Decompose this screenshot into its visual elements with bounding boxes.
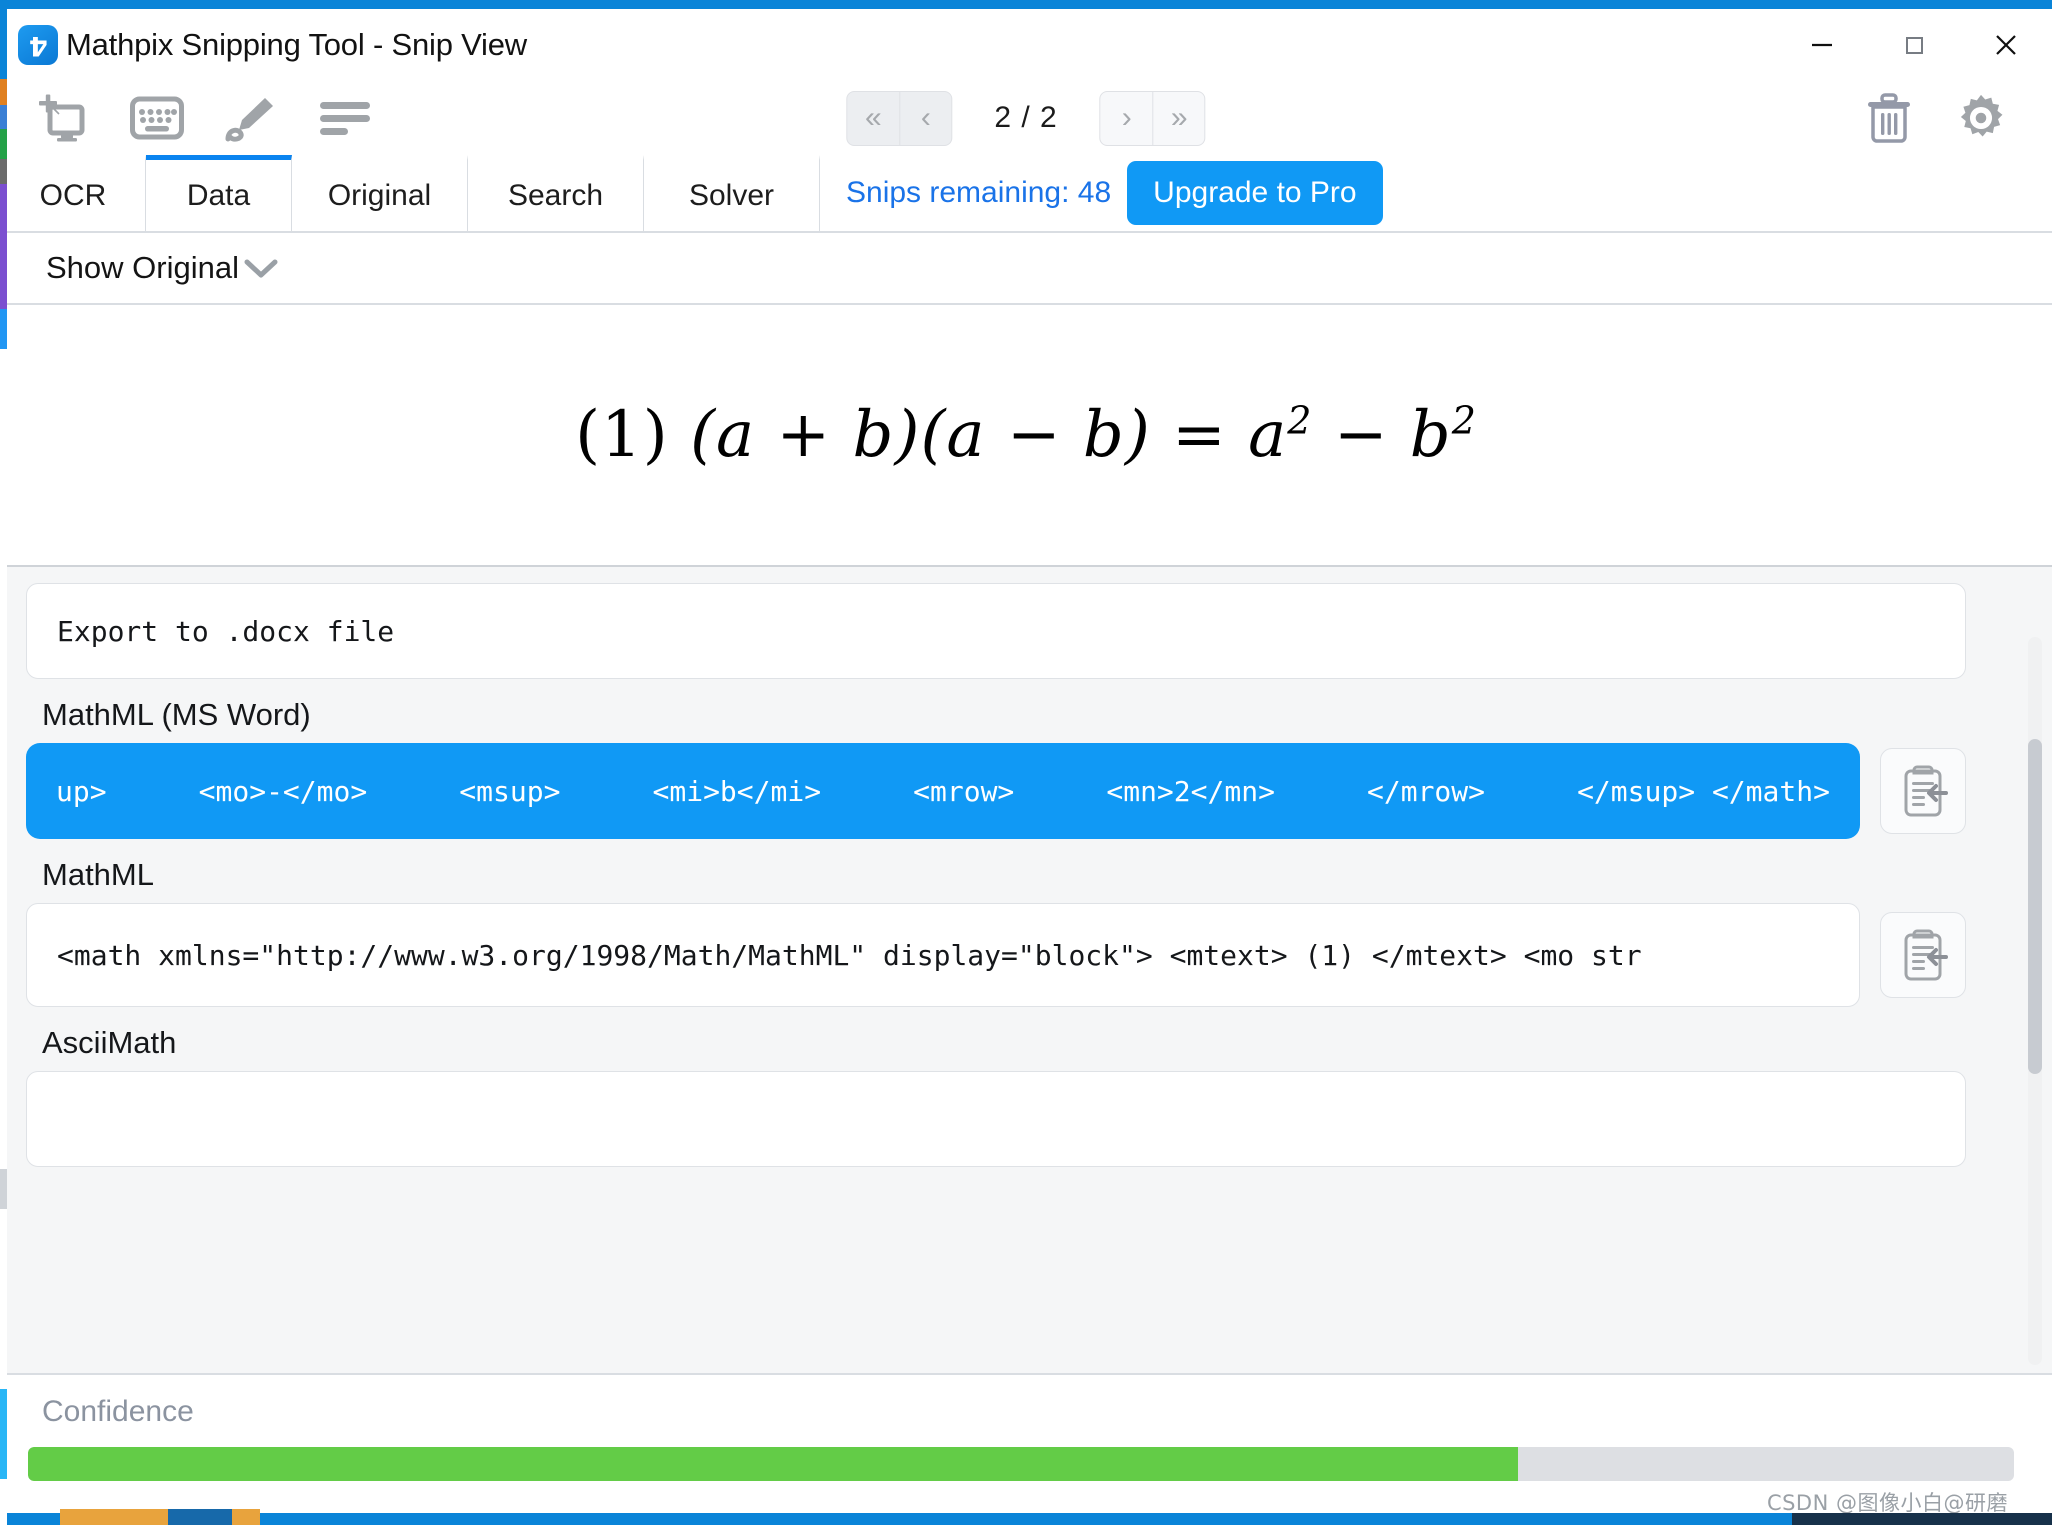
tab-data[interactable]: Data bbox=[146, 155, 292, 231]
main-toolbar: « ‹ 2 / 2 › » bbox=[0, 81, 2052, 155]
asciimath-heading: AsciiMath bbox=[42, 1025, 1966, 1061]
formula-preview: (1) (a + b)(a − b) = a2 − b2 bbox=[0, 305, 2052, 567]
rendered-formula: (1) (a + b)(a − b) = a2 − b2 bbox=[575, 398, 1477, 472]
pager-forward-group: › » bbox=[1100, 91, 1206, 146]
window-bottom-accent-dark bbox=[1792, 1513, 2052, 1525]
mathml-field[interactable]: <math xmlns="http://www.w3.org/1998/Math… bbox=[26, 903, 1860, 1007]
tab-ocr[interactable]: OCR bbox=[0, 155, 146, 231]
upgrade-to-pro-button[interactable]: Upgrade to Pro bbox=[1127, 161, 1382, 225]
toolbar-left-icons bbox=[36, 91, 372, 145]
mathml-token: </msup> </math> bbox=[1577, 775, 1830, 808]
window-bottom-accent bbox=[0, 1513, 2052, 1525]
confidence-footer: Confidence CSDN @图像小白@研磨 bbox=[0, 1373, 2052, 1525]
chevron-down-icon[interactable] bbox=[241, 254, 281, 282]
mathml-heading: MathML bbox=[42, 857, 1966, 893]
last-snip-button[interactable]: » bbox=[1153, 92, 1205, 145]
asciimath-row bbox=[26, 1071, 1966, 1167]
confidence-label: Confidence bbox=[42, 1395, 2052, 1429]
formula-exponent-1: 2 bbox=[1287, 399, 1312, 443]
copy-to-clipboard-icon[interactable] bbox=[1880, 748, 1966, 834]
window-left-accent bbox=[0, 9, 7, 1525]
first-snip-button[interactable]: « bbox=[847, 92, 899, 145]
maximize-button[interactable] bbox=[1868, 9, 1960, 81]
trash-icon[interactable] bbox=[1864, 93, 1914, 143]
taskbar-strip-2 bbox=[168, 1509, 232, 1525]
mathml-msword-field[interactable]: up> <mo>-</mo> <msup> <mi>b</mi> <mrow> … bbox=[26, 743, 1860, 839]
mathml-token: <msup> bbox=[459, 775, 560, 808]
snip-page-count: 2 / 2 bbox=[994, 101, 1057, 135]
draw-icon[interactable] bbox=[224, 91, 278, 145]
app-logo-icon: 4 bbox=[18, 25, 58, 65]
formula-tag: (1) bbox=[575, 398, 669, 472]
mathml-msword-heading: MathML (MS Word) bbox=[42, 697, 1966, 733]
prev-snip-button[interactable]: ‹ bbox=[899, 92, 951, 145]
app-logo-glyph: 4 bbox=[29, 32, 48, 59]
mathml-token: <mi>b</mi> bbox=[653, 775, 822, 808]
mathml-token: <mo>-</mo> bbox=[199, 775, 368, 808]
gear-icon[interactable] bbox=[1956, 93, 2006, 143]
window-controls bbox=[1776, 9, 2052, 81]
close-button[interactable] bbox=[1960, 9, 2052, 81]
tab-solver[interactable]: Solver bbox=[644, 155, 820, 231]
text-lines-icon[interactable] bbox=[318, 91, 372, 145]
snip-view-window: 4 Mathpix Snipping Tool - Snip View bbox=[0, 0, 2052, 1525]
snips-remaining-label: Snips remaining: 48 bbox=[846, 176, 1111, 210]
data-pane-scrollbar[interactable] bbox=[2028, 637, 2042, 1365]
next-snip-button[interactable]: › bbox=[1101, 92, 1153, 145]
data-results-pane: Export to .docx file MathML (MS Word) up… bbox=[0, 567, 2052, 1373]
account-area: Snips remaining: 48 Upgrade to Pro bbox=[846, 155, 1383, 231]
show-original-row: Show Original bbox=[0, 233, 2052, 305]
mathml-token: <mn>2</mn> bbox=[1106, 775, 1275, 808]
window-top-accent bbox=[0, 0, 2052, 9]
mathml-token: <mrow> bbox=[913, 775, 1014, 808]
formula-minus-b: − b bbox=[1312, 398, 1451, 472]
snip-tabs: OCR Data Original Search Solver Snips re… bbox=[0, 155, 2052, 233]
confidence-bar-track bbox=[28, 1447, 2014, 1481]
snip-pager: « ‹ 2 / 2 › » bbox=[846, 91, 1205, 146]
keyboard-icon[interactable] bbox=[130, 91, 184, 145]
mathml-msword-row: up> <mo>-</mo> <msup> <mi>b</mi> <mrow> … bbox=[26, 743, 1966, 839]
tab-search[interactable]: Search bbox=[468, 155, 644, 231]
formula-exponent-2: 2 bbox=[1452, 399, 1477, 443]
toolbar-right-icons bbox=[1864, 93, 2006, 143]
window-title: Mathpix Snipping Tool - Snip View bbox=[66, 27, 527, 63]
minimize-button[interactable] bbox=[1776, 9, 1868, 81]
asciimath-field[interactable] bbox=[26, 1071, 1966, 1167]
formula-body: (a + b)(a − b) = a bbox=[690, 398, 1287, 472]
mathml-token: </mrow> bbox=[1367, 775, 1485, 808]
show-original-dropdown[interactable]: Show Original bbox=[46, 250, 239, 286]
tab-original[interactable]: Original bbox=[292, 155, 468, 231]
new-snip-icon[interactable] bbox=[36, 91, 90, 145]
scrollbar-thumb[interactable] bbox=[2028, 739, 2042, 1074]
copy-to-clipboard-icon[interactable] bbox=[1880, 912, 1966, 998]
confidence-bar-fill bbox=[28, 1447, 1518, 1481]
mathml-row: <math xmlns="http://www.w3.org/1998/Math… bbox=[26, 903, 1966, 1007]
title-bar: 4 Mathpix Snipping Tool - Snip View bbox=[0, 9, 2052, 81]
mathml-token: up> bbox=[56, 775, 107, 808]
docx-row: Export to .docx file bbox=[26, 583, 1966, 679]
docx-export-field[interactable]: Export to .docx file bbox=[26, 583, 1966, 679]
pager-backward-group: « ‹ bbox=[846, 91, 952, 146]
